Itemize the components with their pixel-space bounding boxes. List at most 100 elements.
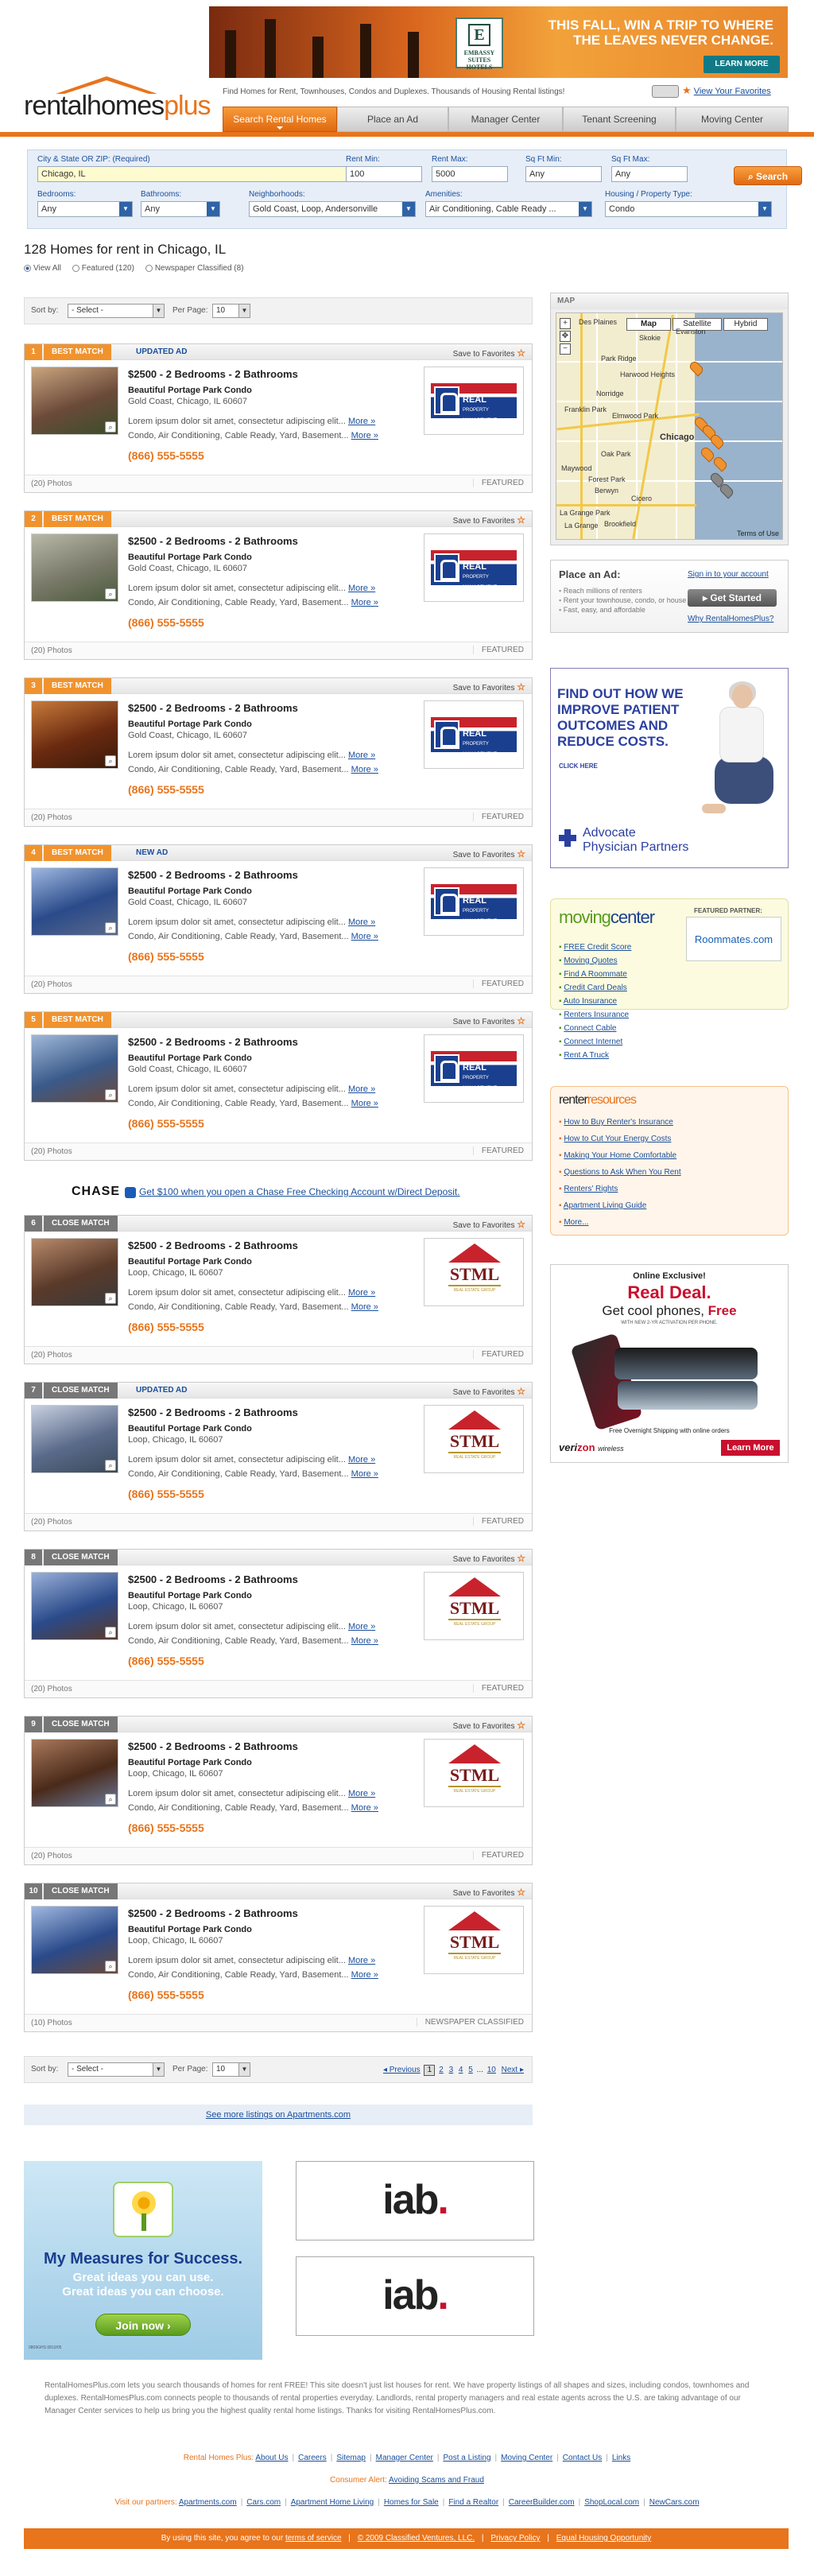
listing-title[interactable]: Beautiful Portage Park Condo [128, 1758, 252, 1767]
more-link[interactable]: More » [348, 1455, 375, 1465]
filter-view-all[interactable]: View All [24, 264, 61, 273]
top-banner-ad[interactable]: E EMBASSY SUITES HOTELS THIS FALL, WIN A T… [209, 6, 788, 78]
broker-logo[interactable]: REAL PROPERTY MANAGEMENT [424, 367, 524, 435]
moving-link[interactable]: Find A Roommate [564, 970, 626, 979]
moving-link[interactable]: Credit Card Deals [564, 983, 626, 992]
listing-photo[interactable]: ⌕ [31, 867, 118, 936]
pager-page[interactable]: 2 [437, 2066, 445, 2074]
per-page-select[interactable]: 10 ▼ [212, 304, 250, 318]
partner-link[interactable]: NewCars.com [649, 2498, 700, 2507]
moving-link[interactable]: Rent A Truck [564, 1051, 609, 1060]
bedrooms-select[interactable]: Any ▼ [37, 201, 133, 217]
listing-title[interactable]: Beautiful Portage Park Condo [128, 720, 252, 729]
photo-count[interactable]: (20) Photos [31, 479, 72, 488]
listing-card[interactable]: 10 Close Match Save to Favorites ☆ ⌕ $25… [24, 1883, 533, 2032]
zoom-out-icon[interactable]: − [560, 343, 571, 355]
search-button[interactable]: ⌕ Search [734, 166, 802, 185]
footer-link[interactable]: Post a Listing [443, 2454, 490, 2462]
magnify-icon[interactable]: ⌕ [105, 922, 116, 933]
photo-count[interactable]: (20) Photos [31, 1518, 72, 1527]
save-to-favorites-button[interactable]: Save to Favorites ☆ [453, 1386, 525, 1397]
amenities-select[interactable]: Air Conditioning, Cable Ready ... ▼ [425, 201, 592, 217]
pan-icon[interactable]: ✥ [560, 331, 571, 342]
listing-photo[interactable]: ⌕ [31, 533, 118, 602]
moving-link[interactable]: Moving Quotes [564, 956, 617, 965]
broker-logo[interactable]: STML REAL ESTATE GROUP [424, 1906, 524, 1974]
city-input[interactable]: Chicago, IL [37, 166, 355, 182]
resource-link[interactable]: Apartment Living Guide [564, 1201, 647, 1210]
sort-select-bottom[interactable]: - Select - ▼ [68, 2062, 165, 2077]
resource-link[interactable]: How to Cut Your Energy Costs [564, 1135, 671, 1143]
copyright-link[interactable]: © 2009 Classified Ventures, LLC. [358, 2534, 475, 2543]
save-to-favorites-button[interactable]: Save to Favorites ☆ [453, 1720, 525, 1731]
photo-count[interactable]: (20) Photos [31, 980, 72, 989]
partner-link[interactable]: Apartment Home Living [291, 2498, 374, 2507]
pager-page[interactable]: 10 [486, 2066, 498, 2074]
view-favorites-link[interactable]: View Your Favorites [694, 87, 771, 96]
tab-manager-center[interactable]: Manager Center [448, 107, 563, 132]
listing-card[interactable]: 1 Best Match UPDATED AD Save to Favorite… [24, 343, 533, 493]
more-link[interactable]: More » [348, 918, 375, 927]
listing-phone[interactable]: (866) 555-5555 [128, 950, 204, 963]
listing-card[interactable]: 7 Close Match UPDATED AD Save to Favorit… [24, 1382, 533, 1531]
listing-photo[interactable]: ⌕ [31, 1405, 118, 1473]
pager-next[interactable]: Next ▸ [500, 2066, 525, 2074]
photo-count[interactable]: (20) Photos [31, 1351, 72, 1360]
resource-link[interactable]: Renters' Rights [564, 1185, 618, 1193]
sqft-max-input[interactable]: Any [611, 166, 688, 182]
magnify-icon[interactable]: ⌕ [105, 421, 116, 433]
map-type-map[interactable]: Map [626, 318, 671, 331]
listing-phone[interactable]: (866) 555-5555 [128, 783, 204, 796]
listing-photo[interactable]: ⌕ [31, 700, 118, 769]
moving-link[interactable]: FREE Credit Score [564, 943, 631, 952]
broker-logo[interactable]: STML REAL ESTATE GROUP [424, 1739, 524, 1807]
footer-link[interactable]: Contact Us [563, 2454, 602, 2462]
more-link[interactable]: More » [351, 765, 378, 774]
filter-newspaper[interactable]: Newspaper Classified (8) [145, 264, 244, 273]
save-to-favorites-button[interactable]: Save to Favorites ☆ [453, 1219, 525, 1230]
partner-link[interactable]: CareerBuilder.com [509, 2498, 575, 2507]
resource-link[interactable]: Making Your Home Comfortable [564, 1151, 676, 1160]
more-link[interactable]: More » [351, 431, 378, 440]
why-rentalhomesplus-link[interactable]: Why RentalHomesPlus? [688, 615, 773, 623]
join-now-button[interactable]: Join now › [95, 2314, 191, 2336]
learn-more-button[interactable]: LEARN MORE [704, 56, 780, 73]
broker-logo[interactable]: REAL PROPERTY MANAGEMENT [424, 700, 524, 769]
more-link[interactable]: More » [348, 751, 375, 760]
broker-logo[interactable]: STML REAL ESTATE GROUP [424, 1572, 524, 1640]
photo-count[interactable]: (20) Photos [31, 646, 72, 655]
listing-photo[interactable]: ⌕ [31, 1034, 118, 1103]
tab-place-an-ad[interactable]: Place an Ad [337, 107, 448, 132]
broker-logo[interactable]: REAL PROPERTY MANAGEMENT [424, 533, 524, 602]
tab-tenant-screening[interactable]: Tenant Screening [563, 107, 676, 132]
moving-link[interactable]: Connect Cable [564, 1024, 616, 1033]
listing-photo[interactable]: ⌕ [31, 1906, 118, 1974]
per-page-select-bottom[interactable]: 10 ▼ [212, 2062, 250, 2077]
listing-phone[interactable]: (866) 555-5555 [128, 1321, 204, 1333]
filter-featured[interactable]: Featured (120) [72, 264, 134, 273]
footer-link[interactable]: Careers [298, 2454, 327, 2462]
save-to-favorites-button[interactable]: Save to Favorites ☆ [453, 1015, 525, 1026]
listing-card[interactable]: 2 Best Match Save to Favorites ☆ ⌕ $2500… [24, 510, 533, 660]
footer-link[interactable]: Sitemap [336, 2454, 366, 2462]
listing-card[interactable]: 9 Close Match Save to Favorites ☆ ⌕ $250… [24, 1716, 533, 1865]
partner-link[interactable]: Homes for Sale [384, 2498, 439, 2507]
listing-phone[interactable]: (866) 555-5555 [128, 1488, 204, 1500]
roommates-logo[interactable]: Roommates.com [686, 917, 781, 961]
rent-min-input[interactable]: 100 [346, 166, 422, 182]
pager-page-current[interactable]: 1 [424, 2065, 436, 2076]
save-to-favorites-button[interactable]: Save to Favorites ☆ [453, 1553, 525, 1564]
property-type-select[interactable]: Condo ▼ [605, 201, 772, 217]
listing-title[interactable]: Beautiful Portage Park Condo [128, 1424, 252, 1433]
save-to-favorites-button[interactable]: Save to Favorites ☆ [453, 848, 525, 859]
tab-search-rental-homes[interactable]: Search Rental Homes [223, 107, 337, 132]
advocate-ad[interactable]: FIND OUT HOW WE IMPROVE PATIENT OUTCOMES… [550, 668, 789, 868]
get-started-button[interactable]: ▸ Get Started [688, 589, 777, 607]
listing-title[interactable]: Beautiful Portage Park Condo [128, 1925, 252, 1934]
listing-photo[interactable]: ⌕ [31, 1739, 118, 1807]
footer-link[interactable]: Links [612, 2454, 630, 2462]
learn-more-button[interactable]: Learn More [721, 1440, 780, 1456]
my-measures-ad[interactable]: My Measures for Success. Great ideas you… [24, 2161, 262, 2360]
more-link[interactable]: More » [351, 1469, 378, 1479]
broker-logo[interactable]: REAL PROPERTY MANAGEMENT [424, 1034, 524, 1103]
